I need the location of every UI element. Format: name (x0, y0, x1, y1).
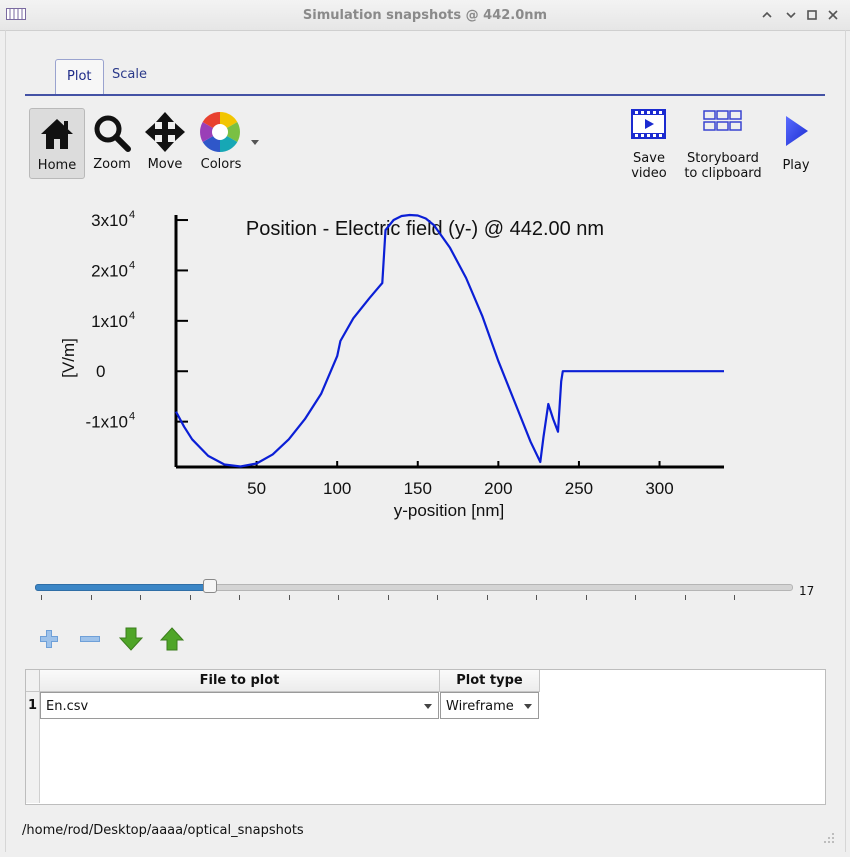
move-down-button[interactable] (118, 627, 144, 651)
file-select[interactable]: En.csv (40, 692, 439, 719)
close-button[interactable] (825, 7, 841, 23)
colors-label: Colors (200, 157, 242, 172)
color-wheel-icon (200, 112, 240, 152)
home-icon (41, 119, 73, 149)
plot-area: Position - Electric field (y-) @ 442.00 … (59, 209, 724, 520)
series-line (175, 213, 724, 468)
y-tick-label: 0 (96, 362, 105, 381)
y-tick-exponent: 4 (129, 259, 135, 271)
close-icon (828, 10, 838, 20)
slider-tick (289, 595, 290, 600)
tab-divider (25, 94, 825, 96)
tab-scale-label: Scale (112, 67, 147, 82)
slider-tick (437, 595, 438, 600)
chevron-down-icon (524, 704, 532, 709)
remove-row-button[interactable] (78, 627, 102, 651)
add-row-button[interactable] (37, 627, 61, 651)
chevron-up-icon (762, 11, 772, 18)
move-arrows-icon (145, 112, 185, 152)
x-tick-label: 100 (323, 479, 351, 498)
x-tick-label: 300 (645, 479, 673, 498)
slider-tick (536, 595, 537, 600)
status-path: /home/rod/Desktop/aaaa/optical_snapshots (22, 823, 304, 838)
tab-plot-label: Plot (67, 69, 92, 84)
y-tick-exponent: 4 (129, 209, 135, 221)
colors-dropdown-arrow-icon[interactable] (251, 140, 259, 145)
y-tick-label: 1x10 (91, 312, 128, 331)
slider-tick (635, 595, 636, 600)
maximize-button[interactable] (804, 7, 820, 23)
arrow-up-icon (159, 627, 185, 651)
file-select-value: En.csv (46, 699, 89, 714)
home-button[interactable]: Home (29, 108, 85, 179)
play-label: Play (782, 158, 810, 173)
arrow-down-icon (118, 627, 144, 651)
play-icon (786, 116, 808, 146)
y-tick-label: 2x10 (91, 261, 128, 280)
save-video-button[interactable]: Save video (625, 108, 673, 184)
x-tick-label: 200 (484, 479, 512, 498)
chart-y-axis-label: [V/m] (59, 338, 78, 378)
chart-title: Position - Electric field (y-) @ 442.00 … (246, 218, 604, 240)
storyboard-label-line2: to clipboard (684, 166, 762, 181)
storyboard-button[interactable]: Storyboard to clipboard (681, 108, 765, 184)
x-tick-label: 150 (404, 479, 432, 498)
minimize-button[interactable] (759, 7, 775, 23)
frame-slider-fill (35, 584, 211, 591)
save-video-label-line2: video (631, 166, 667, 181)
chart-x-axis-label: y-position [nm] (394, 501, 505, 520)
y-tick-label: 3x10 (91, 211, 128, 230)
tab-plot[interactable]: Plot (55, 59, 104, 95)
row-index: 1 (27, 698, 38, 713)
storyboard-label-line1: Storyboard (687, 151, 759, 166)
slider-tick (91, 595, 92, 600)
window-title: Simulation snapshots @ 442.0nm (302, 8, 548, 23)
move-up-button[interactable] (159, 627, 185, 651)
slider-tick (685, 595, 686, 600)
frame-slider-handle[interactable] (203, 579, 217, 593)
slider-tick (586, 595, 587, 600)
files-table: File to plot Plot type 1 En.csv Wirefram… (25, 669, 826, 805)
y-tick-label: -1x10 (85, 413, 128, 432)
y-tick-exponent: 4 (129, 411, 135, 423)
column-header-plot-type[interactable]: Plot type (440, 670, 540, 692)
storyboard-grid-icon (703, 110, 742, 131)
colors-button[interactable]: Colors (194, 108, 248, 177)
restore-button[interactable] (783, 7, 799, 23)
slider-tick (190, 595, 191, 600)
slider-tick (239, 595, 240, 600)
x-tick-label: 50 (247, 479, 266, 498)
slider-tick (338, 595, 339, 600)
square-icon (807, 10, 817, 20)
column-header-file[interactable]: File to plot (40, 670, 440, 692)
frame-slider-value: 17 (799, 584, 815, 598)
resize-grip-icon[interactable] (824, 833, 834, 843)
plus-icon (40, 630, 58, 648)
slider-tick (140, 595, 141, 600)
save-video-label-line1: Save (633, 151, 665, 166)
plot-type-select[interactable]: Wireframe (440, 692, 539, 719)
tab-scale[interactable]: Scale (101, 58, 158, 92)
title-bar: Simulation snapshots @ 442.0nm (0, 0, 850, 31)
plot-type-select-value: Wireframe (446, 699, 514, 714)
y-tick-exponent: 4 (129, 310, 135, 322)
table-corner (26, 670, 40, 692)
slider-tick (487, 595, 488, 600)
zoom-button[interactable]: Zoom (88, 108, 136, 177)
zoom-label: Zoom (93, 157, 131, 172)
slider-tick (734, 595, 735, 600)
x-tick-label: 250 (565, 479, 593, 498)
chevron-down-icon (424, 704, 432, 709)
move-label: Move (147, 157, 183, 172)
chevron-down-icon (786, 12, 796, 19)
play-button[interactable]: Play (775, 108, 817, 184)
move-button[interactable]: Move (141, 108, 189, 177)
home-label: Home (37, 158, 77, 173)
slider-tick (41, 595, 42, 600)
slider-tick (388, 595, 389, 600)
search-icon (94, 115, 131, 152)
film-icon (631, 109, 666, 139)
minus-icon (80, 636, 100, 642)
